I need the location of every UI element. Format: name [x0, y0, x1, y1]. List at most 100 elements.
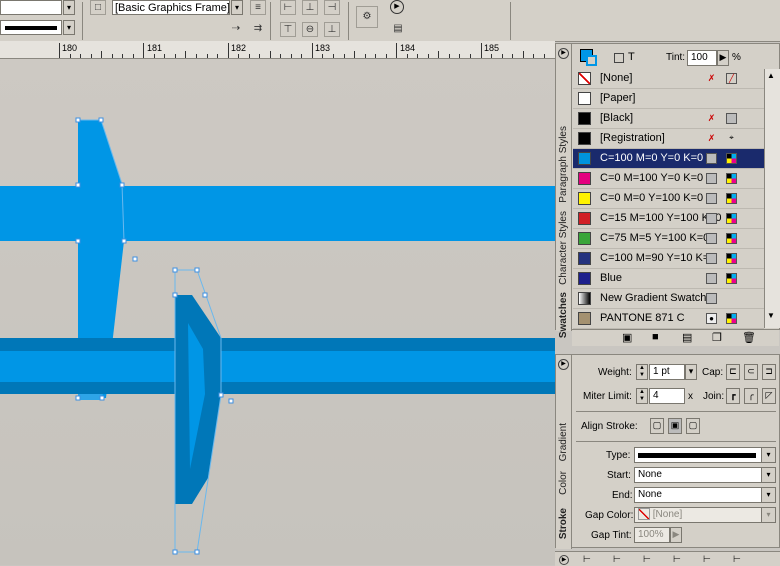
stroke-panel-menu-icon[interactable]: ▶ — [558, 359, 569, 370]
miter-input[interactable]: 4 — [649, 388, 685, 404]
panel-menu-icon[interactable]: ▶ — [558, 48, 569, 59]
tab-color[interactable]: Color — [558, 471, 569, 495]
show-color-swatches-icon[interactable]: ■ — [652, 331, 659, 343]
tab-swatches[interactable]: Swatches — [558, 292, 569, 338]
play-icon[interactable]: ▶ — [390, 0, 404, 14]
ruler-tick — [407, 54, 408, 58]
object-style-field[interactable]: [Basic Graphics Frame]+ — [112, 0, 230, 15]
swatch-row[interactable]: PANTONE 871 C ● — [573, 309, 764, 329]
clear-attributes-icon[interactable]: ⇉ — [250, 22, 266, 37]
swatch-name: PANTONE 871 C — [600, 312, 685, 324]
swatch-row[interactable]: New Gradient Swatch — [573, 289, 764, 309]
miter-stepper[interactable]: ▲ ▼ — [636, 388, 648, 404]
show-gradient-swatches-icon[interactable]: ▤ — [682, 331, 692, 344]
ruler-tick — [91, 54, 92, 58]
object-styles-panel-icon[interactable]: ≡ — [250, 0, 266, 15]
swatch-row[interactable]: [None] ✗ ╱ — [573, 69, 764, 89]
swatch-row[interactable]: C=100 M=90 Y=10 K=0 — [573, 249, 764, 269]
stroke-style-dropdown[interactable]: ▾ — [63, 20, 75, 35]
align-center-stroke-button[interactable]: ▢ — [650, 418, 664, 434]
align-center-v-icon[interactable]: ⊖ — [302, 22, 318, 37]
projecting-cap-button[interactable]: ⊐ — [762, 364, 776, 380]
strip-distribute-center-icon[interactable]: ⊢ — [703, 554, 711, 565]
weight-dropdown[interactable]: ▾ — [685, 364, 697, 380]
fill-style-dropdown[interactable]: ▾ — [63, 0, 75, 15]
swatch-row[interactable]: [Black] ✗ — [573, 109, 764, 129]
end-value: None — [638, 489, 662, 500]
start-dropdown[interactable]: None ▾ — [634, 467, 776, 483]
fill-stroke-icon[interactable] — [580, 49, 598, 67]
swatch-row[interactable]: C=15 M=100 Y=100 K=0 — [573, 209, 764, 229]
round-join-button[interactable]: ╭ — [744, 388, 758, 404]
fill-style-field[interactable] — [0, 0, 62, 15]
formatting-container-icon[interactable] — [614, 53, 624, 63]
ruler-tick — [322, 54, 323, 58]
swatch-list-scrollbar[interactable]: ▲ ▼ — [764, 69, 780, 328]
stroke-panel: ▶ Gradient Color Stroke Weight: ▲ ▼ 1 pt … — [555, 354, 780, 549]
swatch-row[interactable]: C=0 M=100 Y=0 K=0 — [573, 169, 764, 189]
swatch-row[interactable]: C=0 M=0 Y=100 K=0 — [573, 189, 764, 209]
artwork-svg[interactable] — [0, 59, 555, 565]
swatch-row[interactable]: Blue — [573, 269, 764, 289]
cmyk-mode-icon — [726, 253, 737, 264]
swatch-name: [Paper] — [600, 92, 636, 104]
clear-overrides-icon[interactable]: ⇢ — [228, 22, 244, 37]
ruler-tick — [428, 54, 429, 58]
document-canvas[interactable] — [0, 59, 555, 565]
stroke-style-field[interactable] — [0, 20, 62, 35]
bevel-join-button[interactable]: ◸ — [762, 388, 776, 404]
swatch-row[interactable]: [Paper] — [573, 89, 764, 109]
weight-input[interactable]: 1 pt — [649, 364, 685, 380]
miter-limit-label: Miter Limit: — [583, 391, 632, 402]
docked-panel-menu-icon[interactable]: ▶ — [559, 555, 569, 565]
frame-icon[interactable]: □ — [90, 0, 106, 15]
swatch-color-chip — [578, 232, 591, 245]
swatch-row[interactable]: C=100 M=0 Y=0 K=0 — [573, 149, 764, 169]
tab-gradient[interactable]: Gradient — [558, 423, 569, 461]
gap-tint-input[interactable]: 100% — [634, 527, 670, 543]
align-top-icon[interactable]: ⊤ — [280, 22, 296, 37]
align-inside-stroke-button[interactable]: ▣ — [668, 418, 682, 434]
gap-tint-slider-button[interactable]: ▶ — [670, 527, 682, 543]
tab-character-styles[interactable]: Character Styles — [558, 211, 569, 285]
align-center-h-icon[interactable]: ⊥ — [302, 0, 318, 15]
align-outside-stroke-button[interactable]: ▢ — [686, 418, 700, 434]
quick-apply-icon[interactable]: ⚙ — [356, 6, 378, 28]
align-right-icon[interactable]: ⊣ — [324, 0, 340, 15]
ruler-tick — [523, 51, 524, 58]
tint-slider-button[interactable]: ▶ — [717, 50, 729, 66]
ruler-tick — [301, 54, 302, 58]
tint-input[interactable]: 100 — [687, 50, 717, 66]
end-dropdown[interactable]: None ▾ — [634, 487, 776, 503]
align-bottom-icon[interactable]: ⊥ — [324, 22, 340, 37]
swatch-color-chip — [578, 272, 591, 285]
swatch-row[interactable]: [Registration] ✗ ⌖ — [573, 129, 764, 149]
formatting-text-icon[interactable]: T — [628, 51, 635, 63]
delete-swatch-icon[interactable]: 🗑 — [742, 331, 756, 344]
align-left-icon[interactable]: ⊢ — [280, 0, 296, 15]
show-all-swatches-icon[interactable]: ▣ — [622, 331, 632, 344]
strip-align-center-icon[interactable]: ⊢ — [613, 554, 621, 565]
new-swatch-icon[interactable]: ❐ — [712, 331, 722, 344]
ruler-tick — [459, 54, 460, 58]
swatch-row[interactable]: C=75 M=5 Y=100 K=0 — [573, 229, 764, 249]
document-icon[interactable]: ▤ — [390, 22, 406, 37]
swatch-color-chip — [578, 292, 591, 305]
strip-align-right-icon[interactable]: ⊢ — [643, 554, 651, 565]
swatch-color-chip — [578, 112, 591, 125]
strip-distribute-right-icon[interactable]: ⊢ — [733, 554, 741, 565]
gap-color-dropdown[interactable]: [None] ▾ — [634, 507, 776, 523]
ruler-tick — [228, 43, 229, 58]
swatches-footer: ▣ ■ ▤ ❐ 🗑 — [572, 329, 779, 346]
type-dropdown[interactable]: ▾ — [634, 447, 776, 463]
round-cap-button[interactable]: ⊂ — [744, 364, 758, 380]
ruler-tick — [143, 43, 144, 58]
object-style-dropdown[interactable]: ▾ — [231, 0, 243, 15]
miter-join-button[interactable]: ┏ — [726, 388, 740, 404]
tab-paragraph-styles[interactable]: Paragraph Styles — [558, 126, 569, 203]
strip-align-left-icon[interactable]: ⊢ — [583, 554, 591, 565]
butt-cap-button[interactable]: ⊏ — [726, 364, 740, 380]
strip-distribute-left-icon[interactable]: ⊢ — [673, 554, 681, 565]
tab-stroke[interactable]: Stroke — [558, 508, 569, 539]
weight-stepper[interactable]: ▲ ▼ — [636, 364, 648, 380]
